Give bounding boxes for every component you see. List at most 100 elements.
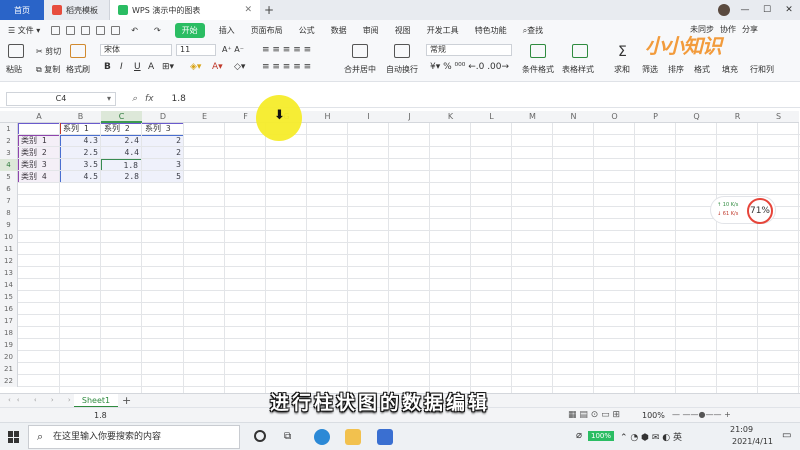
row-header-16[interactable]: 16 xyxy=(0,303,18,315)
clear-icon[interactable]: ◇▾ xyxy=(234,62,245,72)
zoom-slider[interactable]: — ——●—— + xyxy=(672,410,731,419)
wrap-text-button[interactable]: 自动换行 xyxy=(386,64,418,75)
column-header-o[interactable]: O xyxy=(594,111,635,123)
tab-formulas[interactable]: 公式 xyxy=(291,25,323,36)
sum-button[interactable]: 求和 xyxy=(614,64,630,75)
tab-start[interactable]: 开始 xyxy=(174,22,205,38)
minimize-icon[interactable]: — xyxy=(734,0,756,20)
row-header-22[interactable]: 22 xyxy=(0,375,18,387)
fill-button[interactable]: 填充 xyxy=(722,64,738,75)
format-painter-icon[interactable] xyxy=(70,44,86,58)
font-size-select[interactable]: 11 xyxy=(176,44,216,56)
row-header-14[interactable]: 14 xyxy=(0,279,18,291)
open-icon[interactable] xyxy=(66,25,76,35)
cut-button[interactable]: ✂ 剪切 xyxy=(36,46,61,57)
search-button[interactable]: ⌕查找 xyxy=(515,25,551,36)
table-style-icon[interactable] xyxy=(572,44,588,58)
number-format-select[interactable]: 常规 xyxy=(426,44,512,56)
bold-icon[interactable]: B xyxy=(104,62,111,72)
column-header-p[interactable]: P xyxy=(635,111,676,123)
format-painter-button[interactable]: 格式刷 xyxy=(66,64,90,75)
column-header-l[interactable]: L xyxy=(471,111,512,123)
row-header-20[interactable]: 20 xyxy=(0,351,18,363)
notification-icon[interactable]: ▭ xyxy=(782,430,791,441)
row-header-5[interactable]: 5 xyxy=(0,171,18,183)
font-name-select[interactable]: 宋体 xyxy=(100,44,172,56)
column-header-a[interactable]: A xyxy=(18,111,60,123)
print-icon[interactable] xyxy=(81,25,91,35)
row-header-7[interactable]: 7 xyxy=(0,195,18,207)
name-box[interactable]: C4 ▾ xyxy=(6,91,116,106)
tab-home[interactable]: 首页 xyxy=(0,0,44,20)
tab-document[interactable]: WPS 演示中的图表 ✕ xyxy=(110,0,260,20)
paste-icon[interactable] xyxy=(8,44,24,58)
merge-center-button[interactable]: 合并居中 xyxy=(344,64,376,75)
column-header-s[interactable]: S xyxy=(758,111,799,123)
add-sheet-button[interactable]: + xyxy=(122,394,131,408)
row-header-9[interactable]: 9 xyxy=(0,219,18,231)
zoom-level[interactable]: 100% xyxy=(642,411,665,420)
row-header-19[interactable]: 19 xyxy=(0,339,18,351)
preview-icon[interactable] xyxy=(96,25,106,35)
format-button[interactable]: 格式 xyxy=(694,64,710,75)
new-tab-button[interactable]: + xyxy=(260,0,278,20)
column-header-n[interactable]: N xyxy=(553,111,594,123)
column-header-b[interactable]: B xyxy=(60,111,101,123)
row-header-4[interactable]: 4 xyxy=(0,159,18,171)
column-header-k[interactable]: K xyxy=(430,111,471,123)
task-view-icon[interactable]: ⧉ xyxy=(284,431,291,442)
column-header-q[interactable]: Q xyxy=(676,111,717,123)
maximize-icon[interactable]: ☐ xyxy=(756,0,778,20)
wrap-text-icon[interactable] xyxy=(394,44,410,58)
file-menu[interactable]: ☰ 文件 ▾ xyxy=(0,25,48,36)
zoom-search-icon[interactable]: ⌕ xyxy=(132,94,137,104)
edge-icon[interactable] xyxy=(314,429,330,445)
close-tab-icon[interactable]: ✕ xyxy=(244,5,252,15)
table-style-button[interactable]: 表格样式 xyxy=(562,64,594,75)
row-header-1[interactable]: 1 xyxy=(0,123,18,135)
filter-button[interactable]: 筛选 xyxy=(642,64,658,75)
tab-page-layout[interactable]: 页面布局 xyxy=(243,25,291,36)
avatar[interactable] xyxy=(718,4,730,16)
row-header-2[interactable]: 2 xyxy=(0,135,18,147)
export-icon[interactable] xyxy=(111,25,121,35)
row-header-12[interactable]: 12 xyxy=(0,255,18,267)
sort-button[interactable]: 排序 xyxy=(668,64,684,75)
border-icon[interactable]: ⊞▾ xyxy=(162,62,174,72)
row-header-8[interactable]: 8 xyxy=(0,207,18,219)
row-header-11[interactable]: 11 xyxy=(0,243,18,255)
sum-icon[interactable]: Σ xyxy=(618,44,627,60)
sheet-tab-sheet1[interactable]: Sheet1 xyxy=(74,394,118,408)
row-header-10[interactable]: 10 xyxy=(0,231,18,243)
tab-insert[interactable]: 插入 xyxy=(211,25,243,36)
row-header-17[interactable]: 17 xyxy=(0,315,18,327)
select-all-corner[interactable] xyxy=(0,111,18,123)
currency-icon[interactable]: ¥▾ % ⁰⁰⁰ ←.0 .00→ xyxy=(430,62,509,72)
grow-font-icon[interactable]: A⁺ A⁻ xyxy=(222,45,244,54)
windows-start-icon[interactable] xyxy=(8,431,20,443)
cortana-icon[interactable] xyxy=(254,430,266,442)
column-header-i[interactable]: I xyxy=(348,111,389,123)
formula-input[interactable]: 1.8 xyxy=(172,94,186,104)
tab-view[interactable]: 视图 xyxy=(387,25,419,36)
paste-button[interactable]: 粘贴 xyxy=(6,64,22,75)
fx-icon[interactable]: fx xyxy=(145,94,154,104)
tab-daoke-templates[interactable]: 稻壳模板 xyxy=(44,0,110,20)
row-header-15[interactable]: 15 xyxy=(0,291,18,303)
italic-icon[interactable]: I xyxy=(120,62,123,72)
rows-cols-button[interactable]: 行和列 xyxy=(750,64,774,75)
column-header-h[interactable]: H xyxy=(307,111,348,123)
align-top-icon[interactable]: ≡ ≡ ≡ ≡ ≡ xyxy=(262,45,311,55)
copy-button[interactable]: ⧉ 复制 xyxy=(36,64,60,75)
row-header-6[interactable]: 6 xyxy=(0,183,18,195)
folder-icon[interactable] xyxy=(345,429,361,445)
wps-icon[interactable] xyxy=(377,429,393,445)
fill-color-icon[interactable]: ◈▾ xyxy=(190,62,201,72)
row-header-21[interactable]: 21 xyxy=(0,363,18,375)
tray-icons[interactable]: ⌃ ◔ ⬢ ✉ ◐ 英 xyxy=(620,430,682,443)
row-header-13[interactable]: 13 xyxy=(0,267,18,279)
row-header-3[interactable]: 3 xyxy=(0,147,18,159)
save-icon[interactable] xyxy=(51,25,61,35)
column-header-m[interactable]: M xyxy=(512,111,553,123)
column-header-r[interactable]: R xyxy=(717,111,758,123)
